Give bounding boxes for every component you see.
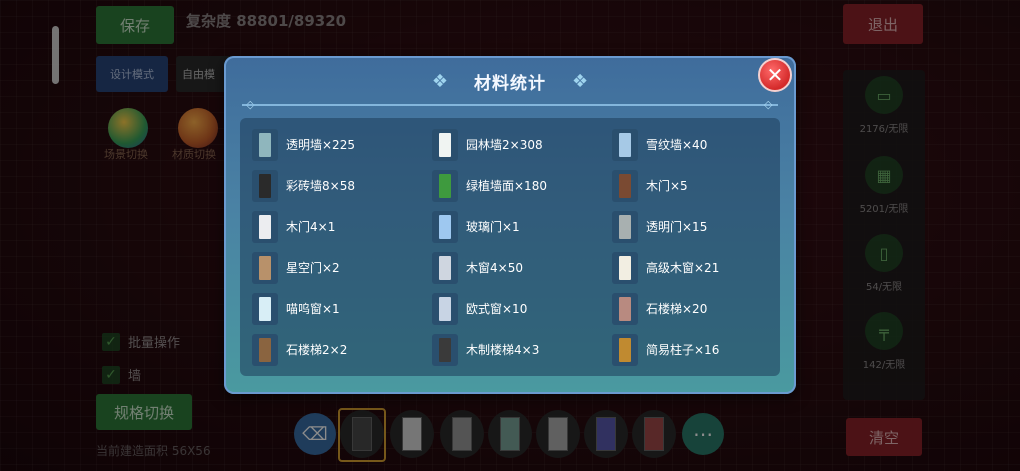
material-label: 木制楼梯4×3: [466, 343, 540, 357]
material-label: 雪纹墙×40: [646, 138, 708, 152]
material-thumbnail-icon: [432, 210, 458, 243]
material-item: 木制楼梯4×3: [432, 329, 612, 370]
material-label: 透明门×15: [646, 220, 708, 234]
material-thumbnail-icon: [612, 169, 638, 202]
ornament-right-icon: ❖: [572, 70, 589, 92]
material-thumbnail-icon: [252, 251, 278, 284]
material-thumbnail-icon: [252, 210, 278, 243]
material-thumbnail-icon: [612, 128, 638, 161]
material-item: 石楼梯2×2: [252, 329, 432, 370]
material-label: 木窗4×50: [466, 261, 523, 275]
close-icon: ✕: [766, 63, 784, 87]
material-item: 绿植墙面×180: [432, 165, 612, 206]
material-label: 星空门×2: [286, 261, 340, 275]
material-thumbnail-icon: [252, 169, 278, 202]
material-thumbnail-icon: [432, 292, 458, 325]
material-label: 彩砖墙8×58: [286, 179, 355, 193]
dialog-title: 材料统计: [474, 73, 546, 94]
material-item: 彩砖墙8×58: [252, 165, 432, 206]
material-label: 绿植墙面×180: [466, 179, 547, 193]
ornament-left-icon: ❖: [431, 70, 448, 92]
material-thumbnail-icon: [612, 251, 638, 284]
material-item: 星空门×2: [252, 247, 432, 288]
material-label: 高级木窗×21: [646, 261, 720, 275]
material-list-panel: 透明墙×225 园林墙2×308 雪纹墙×40 彩砖墙8×58 绿植墙面×180 木门×5…: [240, 118, 780, 376]
material-item: 高级木窗×21: [612, 247, 772, 288]
material-thumbnail-icon: [612, 333, 638, 366]
material-item: 简易柱子×16: [612, 329, 772, 370]
material-grid: 透明墙×225 园林墙2×308 雪纹墙×40 彩砖墙8×58 绿植墙面×180 木门×5…: [252, 124, 772, 370]
material-item: 喵呜窗×1: [252, 288, 432, 329]
material-label: 简易柱子×16: [646, 343, 720, 357]
material-label: 石楼梯2×2: [286, 343, 348, 357]
title-divider: [242, 104, 778, 106]
material-item: 透明墙×225: [252, 124, 432, 165]
material-label: 园林墙2×308: [466, 138, 543, 152]
material-item: 园林墙2×308: [432, 124, 612, 165]
material-item: 欧式窗×10: [432, 288, 612, 329]
material-item: 石楼梯×20: [612, 288, 772, 329]
material-label: 木门×5: [646, 179, 688, 193]
material-label: 欧式窗×10: [466, 302, 528, 316]
material-item: 雪纹墙×40: [612, 124, 772, 165]
material-thumbnail-icon: [432, 333, 458, 366]
material-label: 石楼梯×20: [646, 302, 708, 316]
material-item: 木门×5: [612, 165, 772, 206]
material-item: 木门4×1: [252, 206, 432, 247]
material-thumbnail-icon: [252, 128, 278, 161]
material-label: 木门4×1: [286, 220, 336, 234]
material-thumbnail-icon: [612, 292, 638, 325]
material-item: 玻璃门×1: [432, 206, 612, 247]
material-thumbnail-icon: [252, 292, 278, 325]
material-thumbnail-icon: [612, 210, 638, 243]
dialog-title-bar: ❖ 材料统计 ❖: [410, 68, 610, 94]
material-thumbnail-icon: [432, 169, 458, 202]
divider-ornament-icon: ◇: [764, 98, 773, 111]
material-item: 木窗4×50: [432, 247, 612, 288]
material-label: 玻璃门×1: [466, 220, 520, 234]
material-stats-dialog: ❖ 材料统计 ❖ ✕ ◇ ◇ 透明墙×225园林墙2×308雪纹墙×40彩砖墙8…: [224, 56, 796, 394]
material-thumbnail-icon: [432, 251, 458, 284]
material-label: 喵呜窗×1: [286, 302, 340, 316]
material-thumbnail-icon: [432, 128, 458, 161]
material-label: 透明墙×225: [286, 138, 355, 152]
close-button[interactable]: ✕: [758, 58, 792, 92]
material-item: 透明门×15: [612, 206, 772, 247]
material-thumbnail-icon: [252, 333, 278, 366]
